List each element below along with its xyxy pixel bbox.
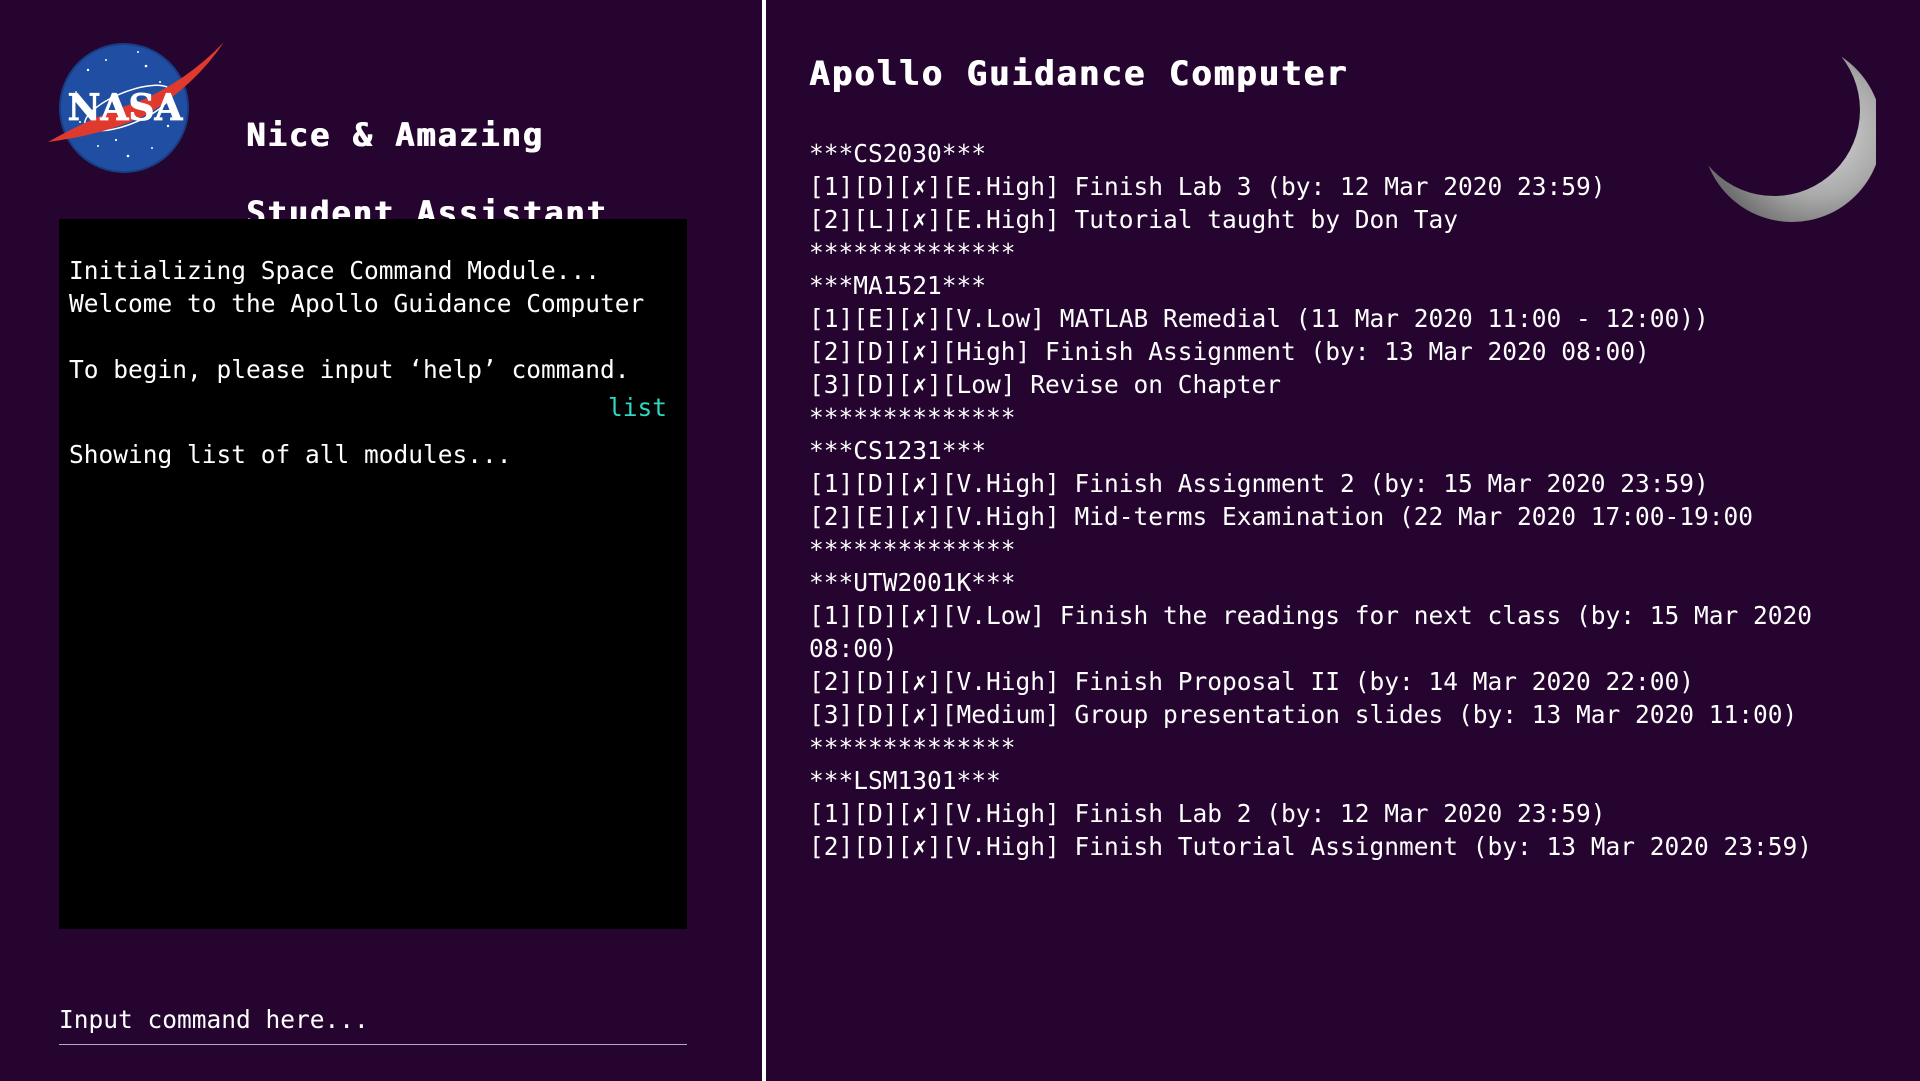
logo-text: NASA (68, 87, 184, 129)
task-item: [3][D][✗][Medium] Group presentation sli… (809, 700, 1798, 729)
module-separator: ************** (809, 403, 1016, 432)
console-line: Initializing Space Command Module... (69, 256, 601, 285)
task-item: [2][E][✗][V.High] Mid-terms Examination … (809, 502, 1754, 531)
module-header: ***MA1521*** (809, 271, 987, 300)
task-item: [2][D][✗][V.High] Finish Tutorial Assign… (809, 832, 1813, 861)
console-line: Welcome to the Apollo Guidance Computer (69, 289, 645, 318)
task-item: [2][D][✗][V.High] Finish Proposal II (by… (809, 667, 1695, 696)
console-output: Initializing Space Command Module... Wel… (59, 219, 687, 929)
task-item: [2][L][✗][E.High] Tutorial taught by Don… (809, 205, 1459, 234)
task-item: [2][D][✗][High] Finish Assignment (by: 1… (809, 337, 1650, 366)
task-item: [3][D][✗][Low] Revise on Chapter (809, 370, 1282, 399)
module-header: ***UTW2001K*** (809, 568, 1016, 597)
module-separator: ************** (809, 238, 1016, 267)
task-item-continuation: 08:00) (809, 634, 898, 663)
module-header: ***CS1231*** (809, 436, 987, 465)
command-input-container (59, 996, 687, 1045)
task-item: [1][D][✗][V.Low] Finish the readings for… (809, 601, 1813, 630)
user-command-echo: list (607, 393, 667, 422)
module-header: ***LSM1301*** (809, 766, 1001, 795)
module-separator: ************** (809, 733, 1016, 762)
task-item: [1][D][✗][E.High] Finish Lab 3 (by: 12 M… (809, 172, 1606, 201)
app-title-line1: Nice & Amazing (246, 116, 544, 154)
task-list: ***CS2030*** [1][D][✗][E.High] Finish La… (809, 137, 1909, 863)
module-header: ***CS2030*** (809, 139, 987, 168)
nasa-logo-icon: NASA (28, 22, 228, 190)
task-item: [1][E][✗][V.Low] MATLAB Remedial (11 Mar… (809, 304, 1709, 333)
left-panel: NASA Nice & Amazing Student Assistant In… (0, 0, 760, 1081)
list-panel-title: Apollo Guidance Computer (809, 54, 1349, 94)
task-item: [1][D][✗][V.High] Finish Assignment 2 (b… (809, 469, 1709, 498)
module-separator: ************** (809, 535, 1016, 564)
right-panel: Apollo Guidance Computer ***CS2030*** [1… (766, 0, 1920, 1081)
command-input[interactable] (59, 996, 687, 1042)
console-line: To begin, please input ‘help’ command. (69, 355, 630, 384)
console-response: Showing list of all modules... (69, 440, 512, 469)
task-item: [1][D][✗][V.High] Finish Lab 2 (by: 12 M… (809, 799, 1606, 828)
